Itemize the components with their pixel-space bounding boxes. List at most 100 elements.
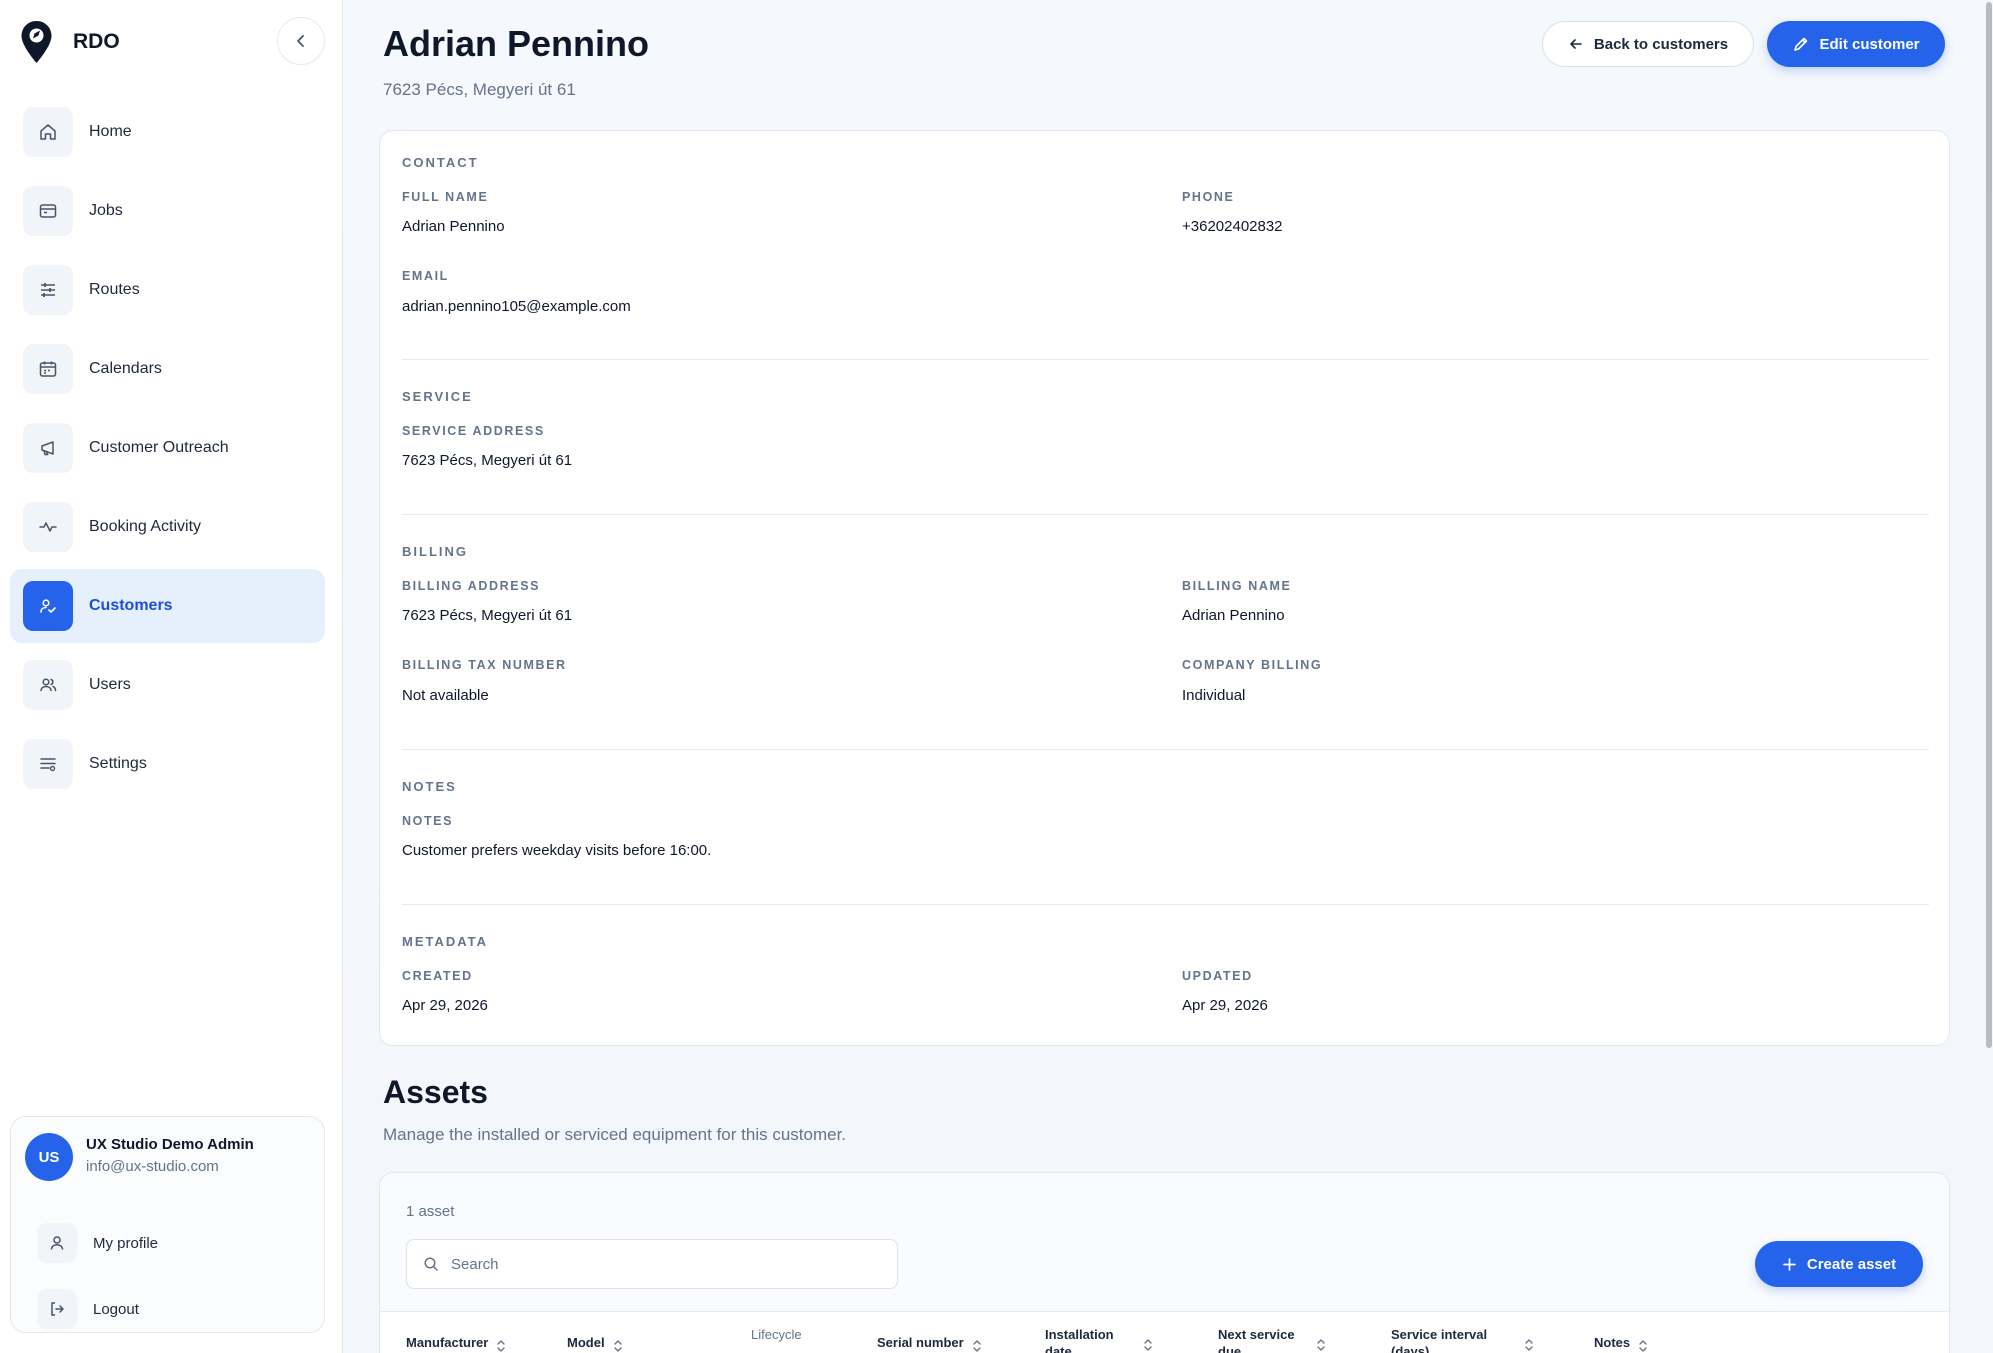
company-billing-value: Individual bbox=[1182, 687, 1246, 704]
logout-label: Logout bbox=[93, 1300, 139, 1318]
sidebar-item-calendars[interactable]: Calendars bbox=[10, 332, 325, 406]
asset-search[interactable] bbox=[406, 1239, 898, 1289]
edit-customer-button[interactable]: Edit customer bbox=[1767, 21, 1945, 67]
scrollbar-thumb[interactable] bbox=[1986, 2, 1992, 1048]
home-icon bbox=[23, 107, 73, 157]
sidebar-item-label: Customers bbox=[89, 597, 173, 614]
sidebar-item-routes[interactable]: Routes bbox=[10, 253, 325, 327]
section-divider bbox=[402, 904, 1929, 905]
page-scrollbar[interactable] bbox=[1985, 0, 1993, 1353]
my-profile-button[interactable]: My profile bbox=[37, 1221, 307, 1265]
billing-name-value: Adrian Pennino bbox=[1182, 607, 1285, 624]
my-profile-label: My profile bbox=[93, 1234, 159, 1252]
create-asset-label: Create asset bbox=[1806, 1255, 1897, 1273]
sliders-icon bbox=[23, 265, 73, 315]
column-header-serial-number[interactable]: Serial number bbox=[877, 1334, 982, 1353]
column-header-installation-date[interactable]: Installation date bbox=[1045, 1326, 1170, 1353]
assets-subtitle: Manage the installed or serviced equipme… bbox=[383, 1125, 847, 1144]
sidebar-item-label: Customer Outreach bbox=[89, 439, 229, 456]
sidebar-item-users[interactable]: Users bbox=[10, 648, 325, 722]
service-address-value: 7623 Pécs, Megyeri út 61 bbox=[402, 452, 573, 469]
customer-details-card: CONTACT FULL NAME Adrian Pennino PHONE +… bbox=[379, 130, 1950, 1046]
main-content: Adrian Pennino 7623 Pécs, Megyeri út 61 … bbox=[343, 0, 1993, 1353]
sidebar-item-customer-outreach[interactable]: Customer Outreach bbox=[10, 411, 325, 485]
sort-icon bbox=[497, 1340, 506, 1352]
sidebar-item-customers[interactable]: Customers bbox=[10, 569, 325, 643]
sort-icon bbox=[973, 1340, 981, 1352]
sort-icon bbox=[613, 1340, 622, 1352]
assets-title: Assets bbox=[383, 1074, 488, 1110]
brand[interactable]: RDO bbox=[20, 20, 120, 64]
megaphone-icon bbox=[23, 423, 73, 473]
sort-icon bbox=[1525, 1339, 1533, 1351]
notes-label: NOTES bbox=[402, 814, 454, 828]
plus-icon bbox=[1783, 1257, 1796, 1271]
notes-value: Customer prefers weekday visits before 1… bbox=[402, 842, 712, 859]
email-label: EMAIL bbox=[402, 269, 449, 283]
column-header-lifecycle: Lifecycle bbox=[751, 1327, 802, 1342]
column-header-notes[interactable]: Notes bbox=[1594, 1334, 1648, 1353]
users-icon bbox=[23, 660, 73, 710]
edit-label: Edit customer bbox=[1819, 35, 1920, 53]
user-card: US UX Studio Demo Admin info@ux-studio.c… bbox=[10, 1116, 325, 1333]
sidebar-item-label: Jobs bbox=[89, 202, 123, 219]
sidebar-item-home[interactable]: Home bbox=[10, 95, 325, 169]
briefcase-icon bbox=[23, 186, 73, 236]
sidebar-item-booking-activity[interactable]: Booking Activity bbox=[10, 490, 325, 564]
asset-count: 1 asset bbox=[406, 1203, 455, 1220]
sidebar-item-label: Routes bbox=[89, 281, 140, 298]
page-title: Adrian Pennino bbox=[383, 23, 650, 64]
search-input[interactable] bbox=[451, 1255, 871, 1273]
notes-section-title: NOTES bbox=[402, 779, 457, 794]
full-name-value: Adrian Pennino bbox=[402, 218, 505, 235]
service-address-label: SERVICE ADDRESS bbox=[402, 424, 545, 438]
updated-value: Apr 29, 2026 bbox=[1182, 997, 1268, 1014]
phone-value: +36202402832 bbox=[1182, 218, 1283, 235]
settings-list-icon bbox=[23, 739, 73, 789]
arrow-left-icon bbox=[1570, 39, 1582, 49]
page-subtitle: 7623 Pécs, Megyeri út 61 bbox=[383, 80, 576, 99]
user-email: info@ux-studio.com bbox=[86, 1158, 219, 1175]
column-header-manufacturer[interactable]: Manufacturer bbox=[406, 1334, 506, 1353]
back-to-customers-button[interactable]: Back to customers bbox=[1542, 21, 1754, 67]
user-icon bbox=[37, 1223, 77, 1263]
column-header-next-service-due[interactable]: Next service due bbox=[1218, 1326, 1343, 1353]
sort-icon bbox=[1317, 1339, 1325, 1351]
created-value: Apr 29, 2026 bbox=[402, 997, 488, 1014]
sidebar-item-jobs[interactable]: Jobs bbox=[10, 174, 325, 248]
service-section-title: SERVICE bbox=[402, 389, 473, 404]
logout-button[interactable]: Logout bbox=[37, 1287, 307, 1331]
sidebar-item-label: Booking Activity bbox=[89, 518, 202, 535]
collapse-sidebar-button[interactable] bbox=[277, 17, 325, 65]
avatar[interactable]: US bbox=[25, 1133, 73, 1181]
sidebar-item-label: Calendars bbox=[89, 360, 162, 377]
billing-name-label: BILLING NAME bbox=[1182, 579, 1292, 593]
logout-icon bbox=[37, 1289, 77, 1329]
section-divider bbox=[402, 359, 1929, 360]
assets-card: 1 asset Create asset Manufacturer Model … bbox=[379, 1172, 1950, 1353]
column-header-model[interactable]: Model bbox=[567, 1334, 623, 1353]
sidebar-item-label: Users bbox=[89, 676, 131, 693]
full-name-label: FULL NAME bbox=[402, 190, 489, 204]
pencil-icon bbox=[1794, 37, 1808, 51]
sidebar-item-settings[interactable]: Settings bbox=[10, 727, 325, 801]
back-label: Back to customers bbox=[1593, 35, 1729, 53]
customers-icon bbox=[23, 581, 73, 631]
billing-address-label: BILLING ADDRESS bbox=[402, 579, 541, 593]
billing-section-title: BILLING bbox=[402, 544, 468, 559]
sidebar: RDO Home Jobs Routes Calendars Customer … bbox=[0, 0, 343, 1353]
column-header-service-interval[interactable]: Service interval (days) bbox=[1391, 1326, 1551, 1353]
billing-address-value: 7623 Pécs, Megyeri út 61 bbox=[402, 607, 573, 624]
activity-icon bbox=[23, 502, 73, 552]
app-name: RDO bbox=[73, 30, 120, 53]
sidebar-nav: Home Jobs Routes Calendars Customer Outr… bbox=[10, 95, 325, 806]
billing-tax-value: Not available bbox=[402, 687, 489, 704]
sort-icon bbox=[1639, 1340, 1647, 1352]
sidebar-item-label: Settings bbox=[89, 755, 147, 772]
billing-tax-label: BILLING TAX NUMBER bbox=[402, 658, 567, 672]
phone-label: PHONE bbox=[1182, 190, 1235, 204]
created-label: CREATED bbox=[402, 969, 473, 983]
email-value: adrian.pennino105@example.com bbox=[402, 298, 631, 315]
create-asset-button[interactable]: Create asset bbox=[1755, 1241, 1923, 1287]
user-name: UX Studio Demo Admin bbox=[86, 1136, 254, 1153]
